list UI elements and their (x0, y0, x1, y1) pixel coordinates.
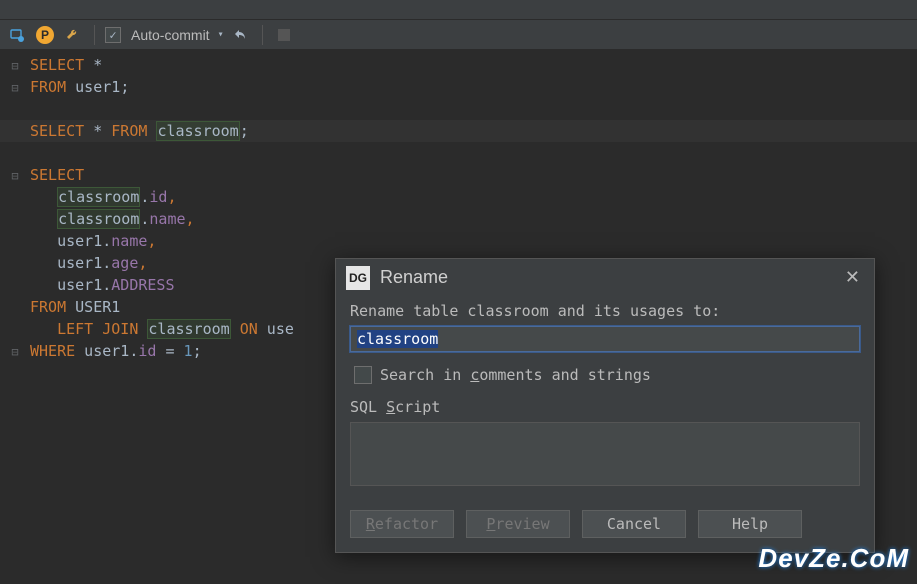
sql-keyword: ON (240, 320, 258, 338)
identifier-highlight: classroom (57, 209, 140, 229)
sql-keyword: SELECT (30, 166, 84, 184)
search-comments-checkbox[interactable] (354, 366, 372, 384)
wrench-icon[interactable] (62, 24, 84, 46)
app-logo-icon: DG (346, 266, 370, 290)
preview-button[interactable]: Preview (466, 510, 570, 538)
sql-keyword: WHERE (30, 342, 75, 360)
toolbar: P Auto-commit ▾ (0, 20, 917, 50)
dialog-titlebar[interactable]: DG Rename ✕ (336, 259, 874, 296)
identifier-highlight: classroom (57, 187, 140, 207)
auto-commit-label[interactable]: Auto-commit (131, 27, 210, 43)
close-icon[interactable]: ✕ (841, 265, 864, 290)
editor-tab-strip (0, 0, 917, 20)
help-button[interactable]: Help (698, 510, 802, 538)
sql-keyword: FROM (30, 298, 66, 316)
sql-script-box[interactable] (350, 422, 860, 486)
dialog-title: Rename (380, 267, 448, 288)
sql-keyword: SELECT (30, 122, 84, 140)
rename-input[interactable]: classroom (350, 326, 860, 352)
sql-keyword: SELECT (30, 56, 84, 74)
sql-script-label: SQL Script (350, 398, 860, 416)
cancel-button[interactable]: Cancel (582, 510, 686, 538)
rename-prompt-label: Rename table classroom and its usages to… (350, 302, 860, 320)
sql-keyword: LEFT JOIN (57, 320, 138, 338)
toolbar-separator (262, 25, 263, 45)
toolbar-separator (94, 25, 95, 45)
p-badge-icon[interactable]: P (34, 24, 56, 46)
chevron-down-icon[interactable]: ▾ (218, 29, 224, 40)
sql-keyword: FROM (111, 122, 147, 140)
db-settings-icon[interactable] (6, 24, 28, 46)
auto-commit-checkbox[interactable] (105, 27, 121, 43)
undo-icon[interactable] (230, 24, 252, 46)
search-comments-label[interactable]: Search in comments and strings (380, 366, 651, 384)
stop-icon[interactable] (273, 24, 295, 46)
identifier-highlight: classroom (156, 121, 239, 141)
identifier-highlight: classroom (147, 319, 230, 339)
sql-keyword: FROM (30, 78, 66, 96)
rename-dialog: DG Rename ✕ Rename table classroom and i… (335, 258, 875, 553)
refactor-button[interactable]: Refactor (350, 510, 454, 538)
